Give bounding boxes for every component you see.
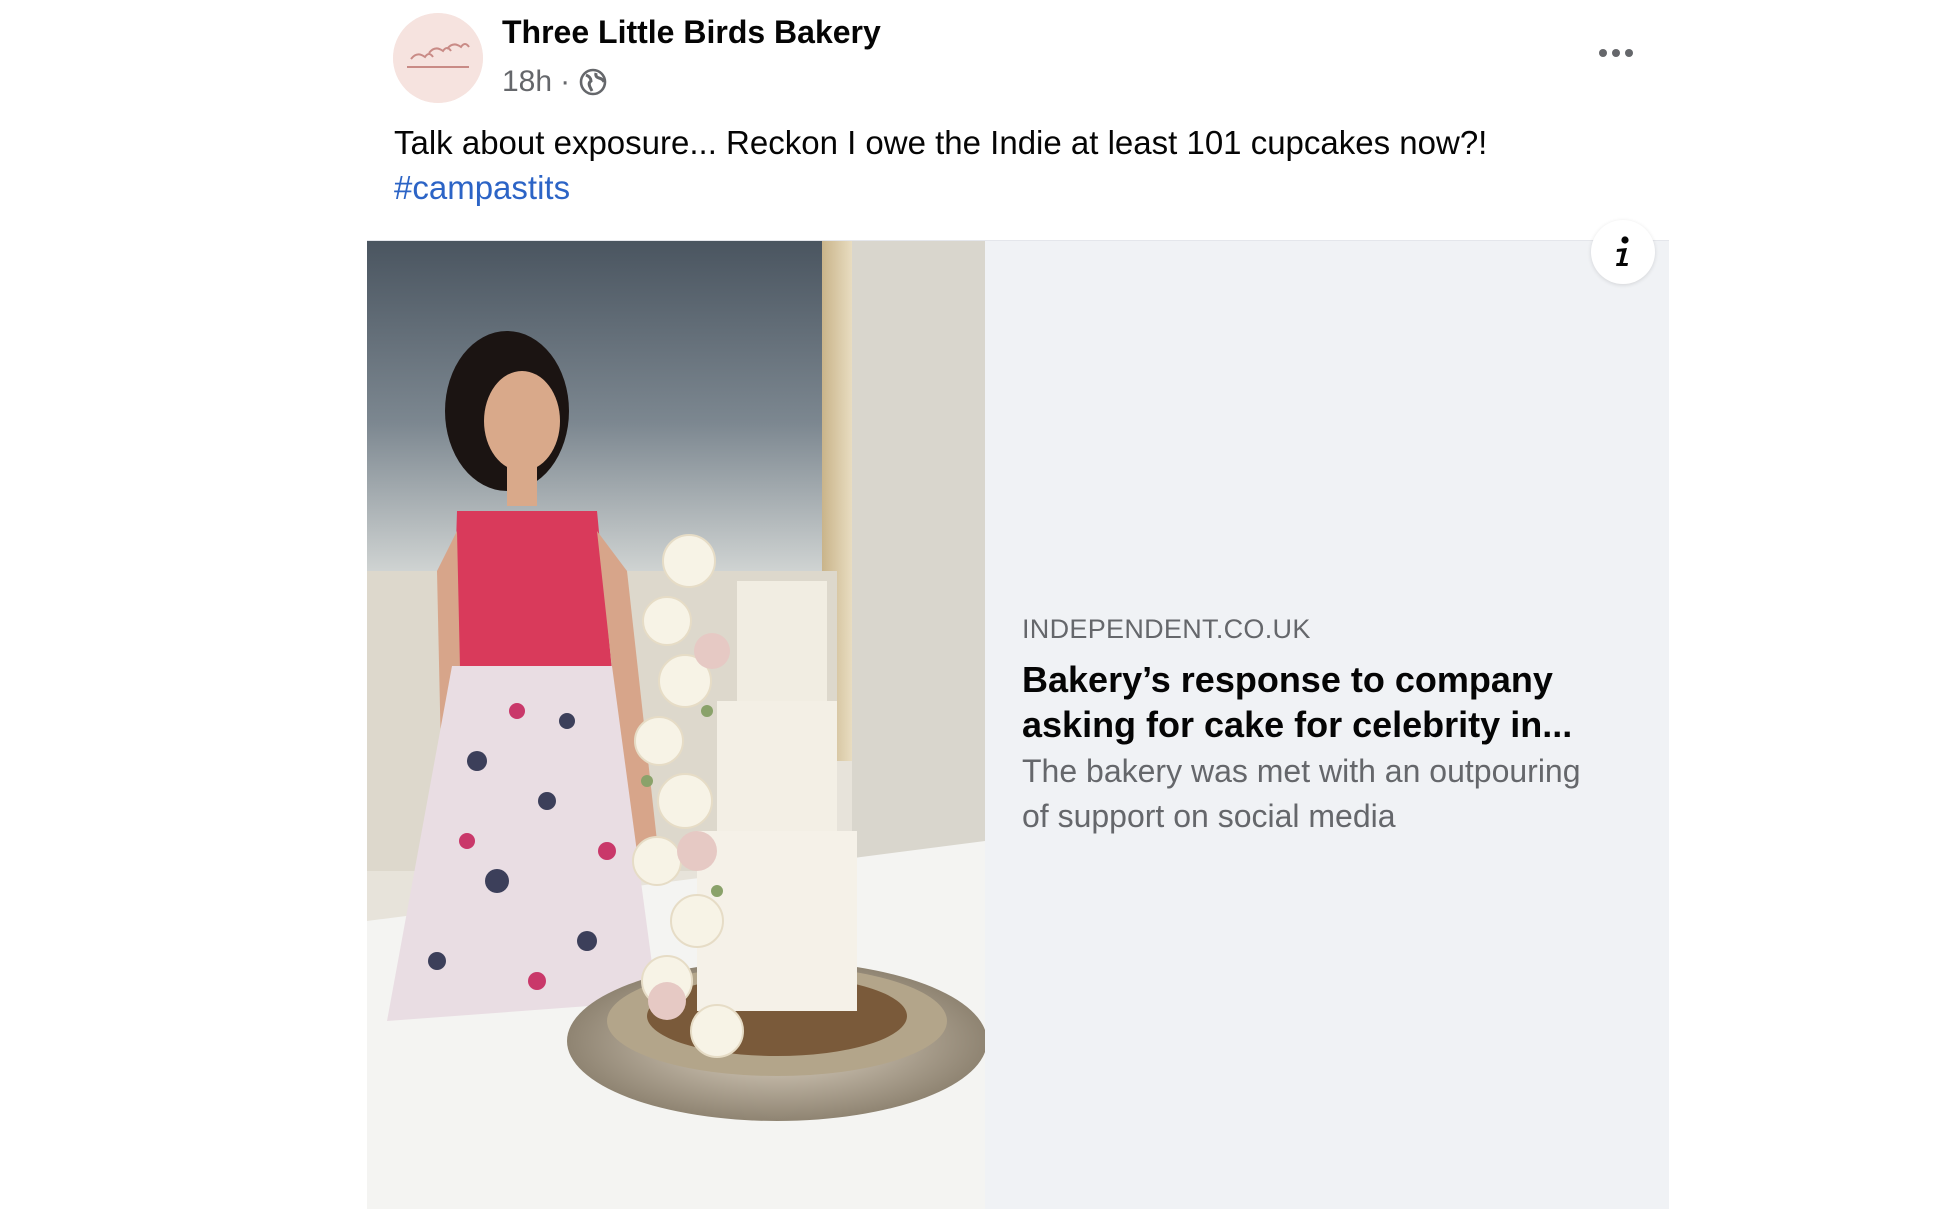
post-timestamp[interactable]: 18h: [502, 65, 552, 99]
article-source: INDEPENDENT.CO.UK: [1022, 614, 1311, 644]
info-button[interactable]: [1591, 220, 1655, 284]
description-line: The bakery was met with an outpouring: [1022, 753, 1581, 789]
article-image[interactable]: [367, 241, 985, 1209]
dot-icon: [1625, 49, 1633, 57]
article-headline: Bakery’s response to company asking for …: [1022, 657, 1642, 747]
more-options-button[interactable]: [1590, 34, 1642, 72]
page-name-link[interactable]: Three Little Birds Bakery: [502, 14, 881, 51]
description-line: of support on social media: [1022, 798, 1396, 834]
post-meta: 18h ·: [502, 62, 608, 102]
post-text-line: Talk about exposure... Reckon I owe the …: [394, 124, 1488, 161]
article-info[interactable]: INDEPENDENT.CO.UK Bakery’s response to c…: [1022, 611, 1642, 839]
page-avatar[interactable]: [393, 13, 483, 103]
headline-line: Bakery’s response to company: [1022, 659, 1553, 700]
link-preview-card[interactable]: INDEPENDENT.CO.UK Bakery’s response to c…: [367, 240, 1669, 1209]
info-icon: [1616, 236, 1629, 266]
hashtag-link[interactable]: #campastits: [394, 169, 570, 206]
meta-separator: ·: [560, 65, 571, 98]
dot-icon: [1599, 49, 1607, 57]
birds-logo: [393, 13, 483, 103]
article-photo: [367, 241, 985, 1209]
globe-icon: [578, 67, 608, 97]
post-text: Talk about exposure... Reckon I owe the …: [394, 120, 1644, 210]
dot-icon: [1612, 49, 1620, 57]
article-description: The bakery was met with an outpouring of…: [1022, 749, 1642, 839]
headline-line: asking for cake for celebrity in...: [1022, 704, 1573, 745]
